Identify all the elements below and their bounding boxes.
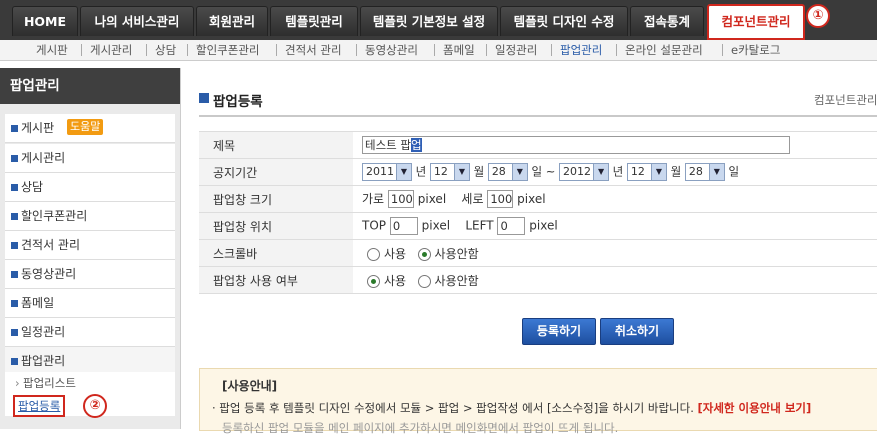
scroll-label: 스크롤바 — [199, 239, 353, 267]
bullet-icon — [11, 184, 18, 191]
bullet-icon — [11, 155, 18, 162]
enable-nouse-radio[interactable] — [417, 274, 431, 288]
end-month-select[interactable]: 12 ▼ — [626, 163, 667, 181]
enable-use-radio[interactable] — [367, 274, 380, 288]
register-button[interactable]: 등록하기 — [522, 318, 596, 345]
tab-home[interactable]: HOME — [12, 6, 78, 36]
bullet-icon — [11, 358, 18, 365]
subnav-popup[interactable]: 팝업관리 — [560, 42, 602, 58]
breadcrumb: 컴포넌트관리 — [814, 93, 877, 107]
popup-form: 제목 테스트 팝업 공지기간 2011 ▼ 년 12 ▼ 월 28 ▼ 일 ~ 201… — [199, 131, 877, 294]
start-day-select[interactable]: 28 ▼ — [487, 163, 528, 181]
bullet-icon — [11, 213, 18, 220]
arrow-icon: › — [15, 376, 20, 390]
scroll-use-radio[interactable] — [367, 247, 380, 261]
top-input[interactable]: 0 — [389, 217, 418, 235]
sidebar-item-board-manage[interactable]: 게시관리 — [5, 144, 175, 173]
title-divider — [199, 115, 877, 117]
sidebar: 팝업관리 게시판 도움말 게시관리 상담 할인쿠폰관리 견적서 관리 동영상관리… — [0, 68, 181, 429]
subnav-ecatalog[interactable]: e카탈로그 — [731, 42, 780, 58]
sidebar-item-consult[interactable]: 상담 — [5, 173, 175, 202]
subnav-schedule[interactable]: 일정관리 — [495, 42, 537, 58]
sidebar-item-video[interactable]: 동영상관리 — [5, 260, 175, 289]
enable-label: 팝업창 사용 여부 — [199, 266, 353, 294]
guide-line-1: · 팝업 등록 후 템플릿 디자인 수정에서 모듈 > 팝업 > 팝업작성 에서… — [212, 401, 812, 415]
scroll-nouse-radio[interactable] — [417, 247, 431, 261]
chevron-down-icon: ▼ — [396, 164, 411, 180]
subnav-consult[interactable]: 상담 — [155, 42, 176, 58]
help-badge[interactable]: 도움말 — [67, 119, 104, 135]
position-label: 팝업창 위치 — [199, 212, 353, 240]
title-bullet-icon — [199, 93, 209, 103]
subnav-video[interactable]: 동영상관리 — [365, 42, 418, 58]
sidebar-item-schedule[interactable]: 일정관리 — [5, 318, 175, 347]
left-input[interactable]: 0 — [497, 217, 526, 235]
tab-templates[interactable]: 템플릿관리 — [270, 6, 358, 36]
subnav-board[interactable]: 게시판 — [36, 42, 68, 58]
sidebar-subitem-popup-list[interactable]: › 팝업리스트 — [5, 372, 175, 394]
bullet-icon — [11, 300, 18, 307]
marker-2: ② — [83, 394, 107, 418]
sidebar-title: 팝업관리 — [0, 68, 180, 104]
chevron-down-icon: ▼ — [650, 164, 666, 180]
chevron-down-icon: ▼ — [593, 164, 609, 180]
tab-my-service[interactable]: 나의 서비스관리 — [80, 6, 194, 36]
start-year-select[interactable]: 2011 ▼ — [362, 163, 412, 181]
height-input[interactable]: 100 — [487, 190, 514, 209]
tab-statistics[interactable]: 접속통계 — [630, 6, 704, 36]
sidebar-item-estimate[interactable]: 견적서 관리 — [5, 231, 175, 260]
chevron-down-icon: ▼ — [453, 164, 469, 180]
subject-label: 제목 — [199, 131, 353, 159]
bullet-icon — [11, 125, 18, 132]
tab-template-design[interactable]: 템플릿 디자인 수정 — [500, 6, 628, 36]
bullet-icon — [11, 329, 18, 336]
page-title: 팝업등록 — [199, 90, 263, 110]
subnav-estimate[interactable]: 견적서 관리 — [285, 42, 342, 58]
period-label: 공지기간 — [199, 158, 353, 186]
subject-input[interactable]: 테스트 팝업 — [362, 136, 790, 154]
subnav-formmail[interactable]: 폼메일 — [443, 42, 475, 58]
tab-components[interactable]: 컴포넌트관리 — [707, 4, 805, 40]
subnav-survey[interactable]: 온라인 설문관리 — [625, 42, 703, 58]
usage-guide: [사용안내] · 팝업 등록 후 템플릿 디자인 수정에서 모듈 > 팝업 > … — [199, 368, 877, 435]
size-label: 팝업창 크기 — [199, 185, 353, 213]
chevron-down-icon: ▼ — [511, 164, 527, 180]
sub-nav: 게시판 게시관리 상담 할인쿠폰관리 견적서 관리 동영상관리 폼메일 일정관리… — [0, 40, 877, 61]
marker-1: ① — [806, 4, 830, 28]
sidebar-item-coupon[interactable]: 할인쿠폰관리 — [5, 202, 175, 231]
bullet-icon — [11, 242, 18, 249]
guide-line-2: 등록하신 팝업 모듈을 메인 페이지에 추가하시면 메인화면에서 팝업이 뜨게 … — [222, 421, 619, 435]
cancel-button[interactable]: 취소하기 — [600, 318, 674, 345]
top-nav: HOME 나의 서비스관리 회원관리 템플릿관리 템플릿 기본정보 설정 템플릿… — [0, 0, 877, 40]
end-year-select[interactable]: 2012 ▼ — [559, 163, 610, 181]
start-month-select[interactable]: 12 ▼ — [429, 163, 470, 181]
bullet-icon — [11, 271, 18, 278]
guide-detail-link[interactable]: [자세한 이용안내 보기] — [698, 401, 812, 415]
tab-members[interactable]: 회원관리 — [196, 6, 268, 36]
end-day-select[interactable]: 28 ▼ — [684, 163, 725, 181]
tab-template-info[interactable]: 템플릿 기본정보 설정 — [360, 6, 498, 36]
sidebar-item-board[interactable]: 게시판 도움말 — [5, 114, 175, 143]
guide-title: [사용안내] — [222, 379, 278, 393]
subnav-board-manage[interactable]: 게시관리 — [90, 42, 132, 58]
sidebar-item-formmail[interactable]: 폼메일 — [5, 289, 175, 318]
width-input[interactable]: 100 — [387, 190, 414, 209]
subnav-coupon[interactable]: 할인쿠폰관리 — [196, 42, 259, 58]
chevron-down-icon: ▼ — [708, 164, 724, 180]
